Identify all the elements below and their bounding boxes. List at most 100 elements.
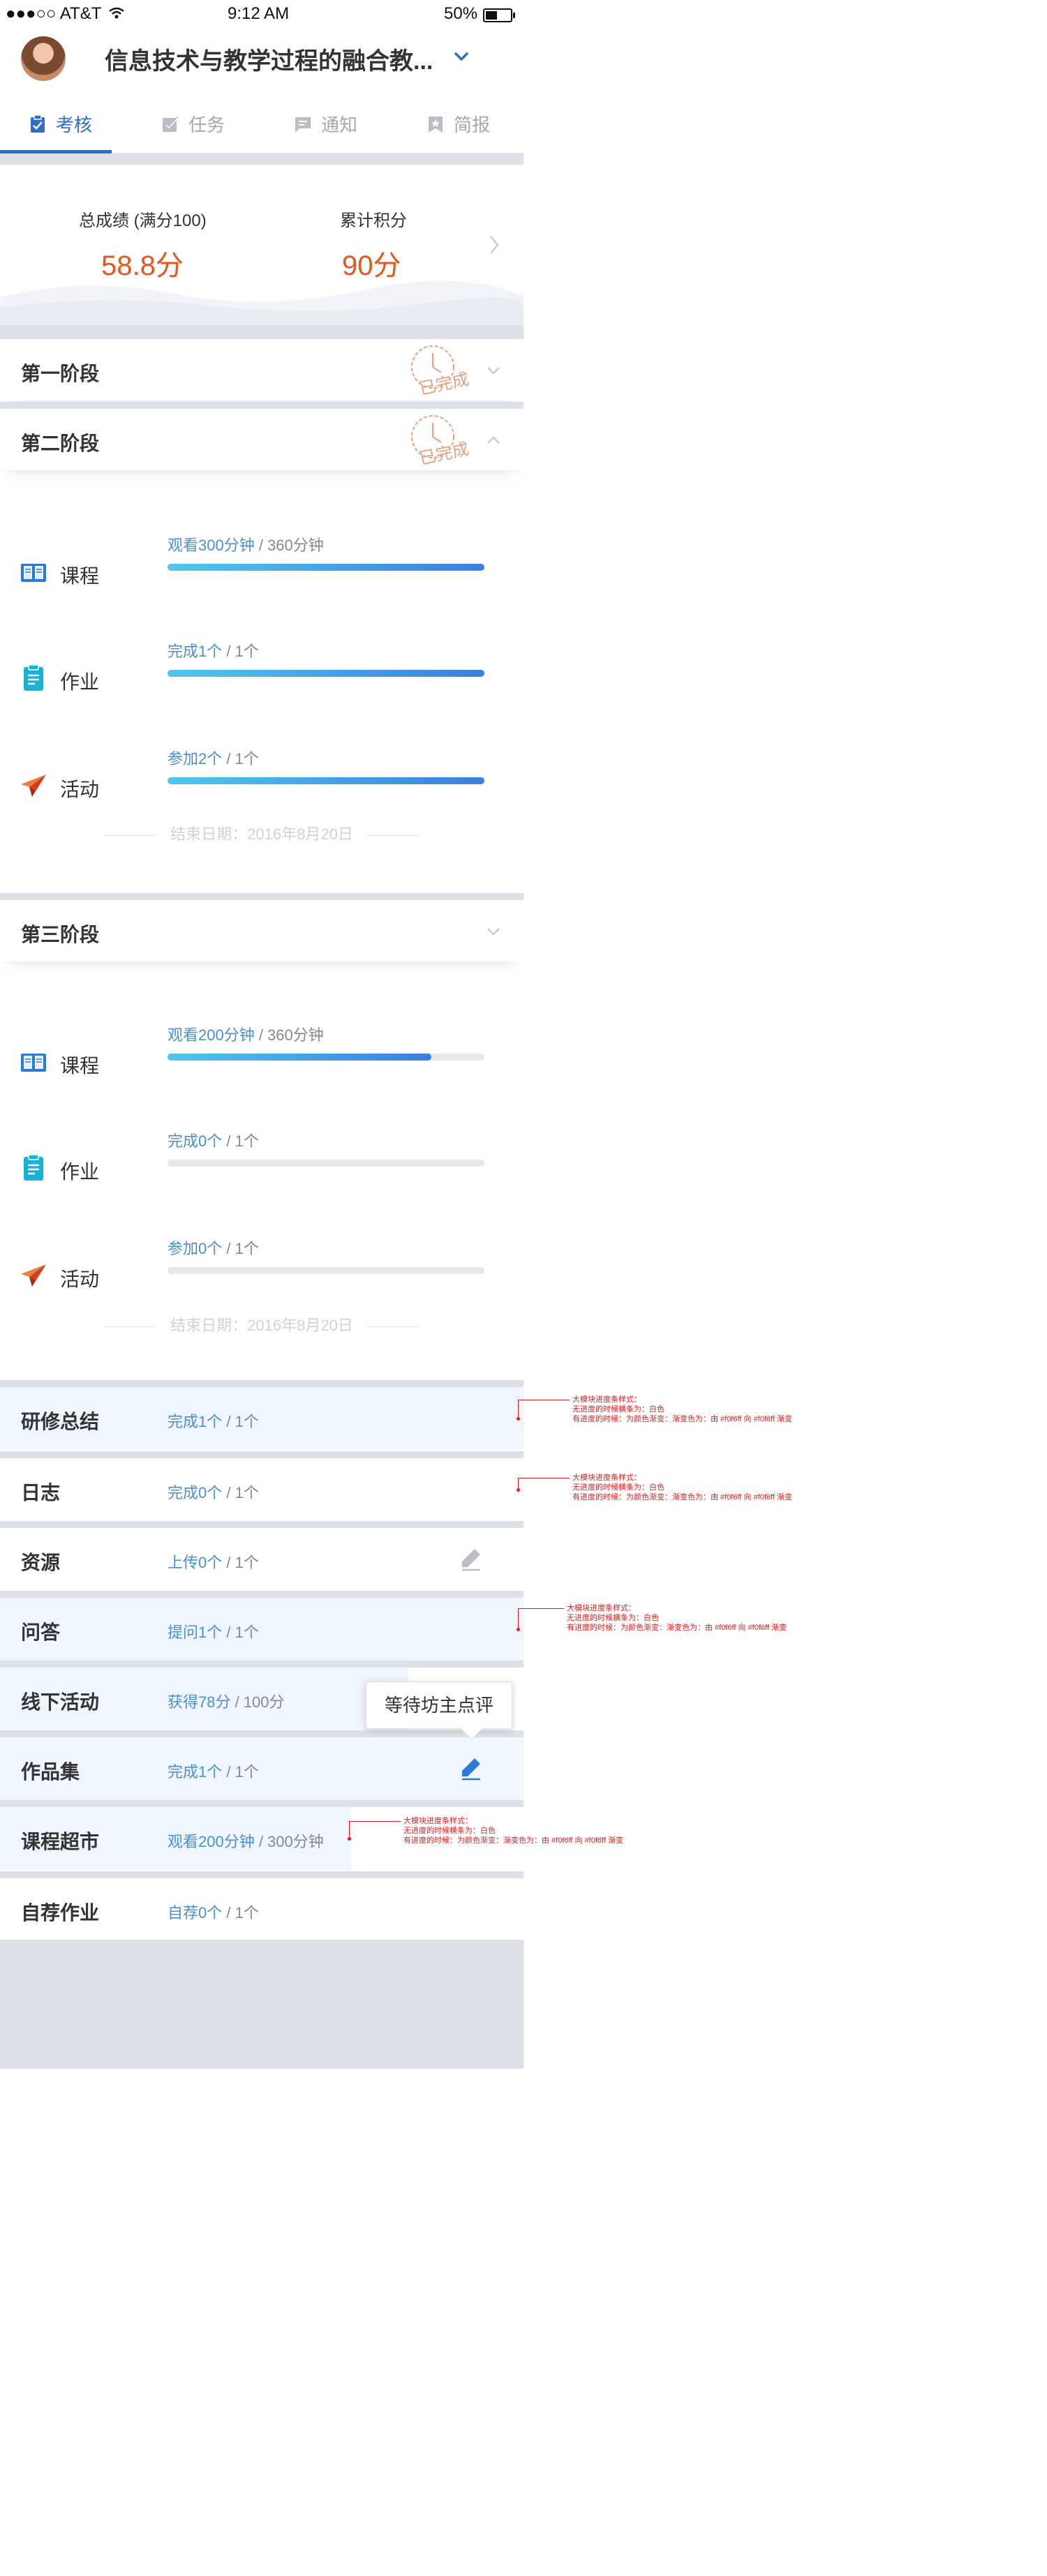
- progress-current: 获得78分: [168, 1693, 231, 1711]
- page-title[interactable]: 信息技术与教学过程的融合教...: [105, 42, 433, 76]
- total-score-value: 58.8分: [101, 243, 184, 283]
- progress-text: 完成0个 / 1个: [168, 1129, 259, 1151]
- progress-item-label: 作业: [60, 1161, 100, 1183]
- points-value: 90分: [342, 243, 401, 283]
- section-divider: [0, 402, 524, 409]
- edit-pencil-icon[interactable]: [458, 1546, 484, 1573]
- progress-total: / 1个: [222, 1484, 259, 1502]
- module-title: 日志: [21, 1482, 61, 1504]
- tab-bar: 考核 任务 通知 简报: [0, 94, 524, 153]
- progress-item-label: 课程: [60, 565, 100, 587]
- annotation-line: 大模块进度条样式：: [403, 1817, 473, 1825]
- module-title: 自荐作业: [21, 1902, 100, 1924]
- progress-item-label: 活动: [60, 1268, 100, 1290]
- stage-row-2[interactable]: 第二阶段 已完成: [0, 409, 524, 470]
- annotation-line: 有进度的时候：为颜色渐变：渐变色为：由 #f0f6ff 向 #f0f6ff 渐变: [572, 1493, 792, 1502]
- progress-item-label: 作业: [60, 671, 100, 693]
- tab-tasks[interactable]: 任务: [133, 94, 244, 153]
- module-divider: [0, 1451, 524, 1458]
- module-row[interactable]: 资源 上传0个 / 1个: [0, 1528, 524, 1591]
- module-progress-text: 完成1个 / 1个: [168, 1409, 259, 1432]
- annotation-leader-line: [518, 1608, 564, 1609]
- annotation-leader-line: [349, 1821, 401, 1822]
- carrier-label: ●●●○○ AT&T: [6, 4, 102, 23]
- tab-label: 考核: [56, 114, 93, 135]
- module-title: 作品集: [21, 1761, 80, 1783]
- stage-title: 第三阶段: [21, 924, 100, 945]
- stage-row-1[interactable]: 第一阶段 已完成: [0, 339, 524, 400]
- module-row[interactable]: 研修总结 完成1个 / 1个: [0, 1387, 524, 1450]
- progress-bar: [168, 1054, 484, 1061]
- annotation-line: 大模块进度条样式：: [567, 1604, 636, 1612]
- paper-plane-icon: [20, 1261, 47, 1289]
- progress-total: / 1个: [222, 643, 259, 660]
- annotation-line: 大模块进度条样式：: [572, 1395, 641, 1404]
- clipboard-icon: [31, 114, 45, 133]
- module-divider: [0, 1730, 524, 1737]
- progress-current: 自荐0个: [168, 1904, 223, 1922]
- tab-assessment[interactable]: 考核: [0, 94, 112, 153]
- total-score-number: 58.8: [101, 250, 156, 281]
- module-row[interactable]: 自荐作业 自荐0个 / 1个: [0, 1878, 524, 1941]
- module-progress-text: 提问1个 / 1个: [168, 1620, 259, 1642]
- module-progress-text: 自荐0个 / 1个: [168, 1901, 259, 1923]
- module-row[interactable]: 问答 提问1个 / 1个: [0, 1598, 524, 1661]
- section-divider: [0, 153, 524, 165]
- progress-current: 提问1个: [168, 1624, 223, 1641]
- stage-row-3[interactable]: 第三阶段: [0, 900, 524, 961]
- module-divider: [0, 1591, 524, 1598]
- progress-total: / 1个: [222, 1240, 259, 1257]
- battery-percent: 50%: [444, 4, 478, 23]
- annotation-pointer-dot: [517, 1417, 520, 1421]
- annotation-line: 有进度的时候：为颜色渐变：渐变色为：由 #f0f6ff 向 #f0f6ff 渐变: [572, 1415, 792, 1423]
- annotation-pointer-dot: [517, 1628, 520, 1631]
- progress-bar: [168, 1267, 484, 1274]
- module-row[interactable]: 日志 完成0个 / 1个: [0, 1458, 524, 1521]
- progress-current: 上传0个: [168, 1554, 223, 1571]
- progress-total: / 1个: [222, 1763, 259, 1781]
- avatar[interactable]: [21, 36, 66, 81]
- annotation-pointer-dot: [348, 1837, 351, 1841]
- chevron-down-icon[interactable]: [486, 924, 501, 939]
- stage-end-date: 结束日期：2016年8月20日: [0, 1313, 524, 1335]
- annotation-line: 无进度的时候横条为：白色: [403, 1827, 496, 1835]
- progress-total: / 360分钟: [254, 537, 324, 554]
- annotation-line: 无进度的时候横条为：白色: [567, 1614, 659, 1622]
- module-divider: [0, 1380, 524, 1387]
- module-divider: [0, 1521, 524, 1528]
- paper-plane-icon: [20, 772, 47, 800]
- progress-total: / 1个: [222, 750, 259, 767]
- annotation-leader-line: [518, 1608, 519, 1630]
- stamp-text: 已完成: [417, 369, 470, 398]
- tab-notices[interactable]: 通知: [265, 94, 377, 153]
- progress-bar-fill: [168, 1054, 432, 1061]
- progress-total: / 300分钟: [254, 1833, 324, 1850]
- task-check-icon: [163, 115, 179, 132]
- module-progress-text: 上传0个 / 1个: [168, 1550, 259, 1573]
- total-score-label: 总成绩 (满分100): [79, 211, 207, 230]
- progress-total: / 360分钟: [254, 1026, 324, 1044]
- book-icon: [20, 1048, 47, 1076]
- annotation-line: 无进度的时候横条为：白色: [572, 1483, 664, 1492]
- score-card[interactable]: 总成绩 (满分100) 58.8分 累计积分 90分: [0, 165, 524, 325]
- progress-current: 完成0个: [168, 1484, 223, 1502]
- progress-bar: [168, 670, 484, 677]
- stage-title: 第二阶段: [21, 433, 100, 454]
- book-icon: [20, 558, 47, 586]
- section-divider: [0, 893, 524, 900]
- completed-stamp-icon: 已完成: [411, 415, 470, 467]
- progress-current: 参加2个: [168, 750, 223, 767]
- module-row[interactable]: 作品集 完成1个 / 1个: [0, 1737, 524, 1800]
- chevron-down-icon[interactable]: [486, 363, 501, 378]
- chevron-up-icon[interactable]: [486, 433, 501, 448]
- chevron-right-icon[interactable]: [489, 234, 500, 255]
- wifi-icon: [109, 7, 124, 19]
- chevron-down-icon[interactable]: [454, 49, 469, 64]
- stage-title: 第一阶段: [21, 363, 100, 384]
- edit-pencil-icon[interactable]: [458, 1755, 484, 1782]
- design-annotation: 大模块进度条样式： 无进度的时候横条为：白色 有进度的时候：为颜色渐变：渐变色为：由…: [403, 1816, 623, 1845]
- tab-briefing[interactable]: 简报: [398, 94, 510, 153]
- annotation-pointer-dot: [517, 1488, 520, 1492]
- module-divider: [0, 1871, 524, 1878]
- progress-text: 完成1个 / 1个: [168, 639, 259, 661]
